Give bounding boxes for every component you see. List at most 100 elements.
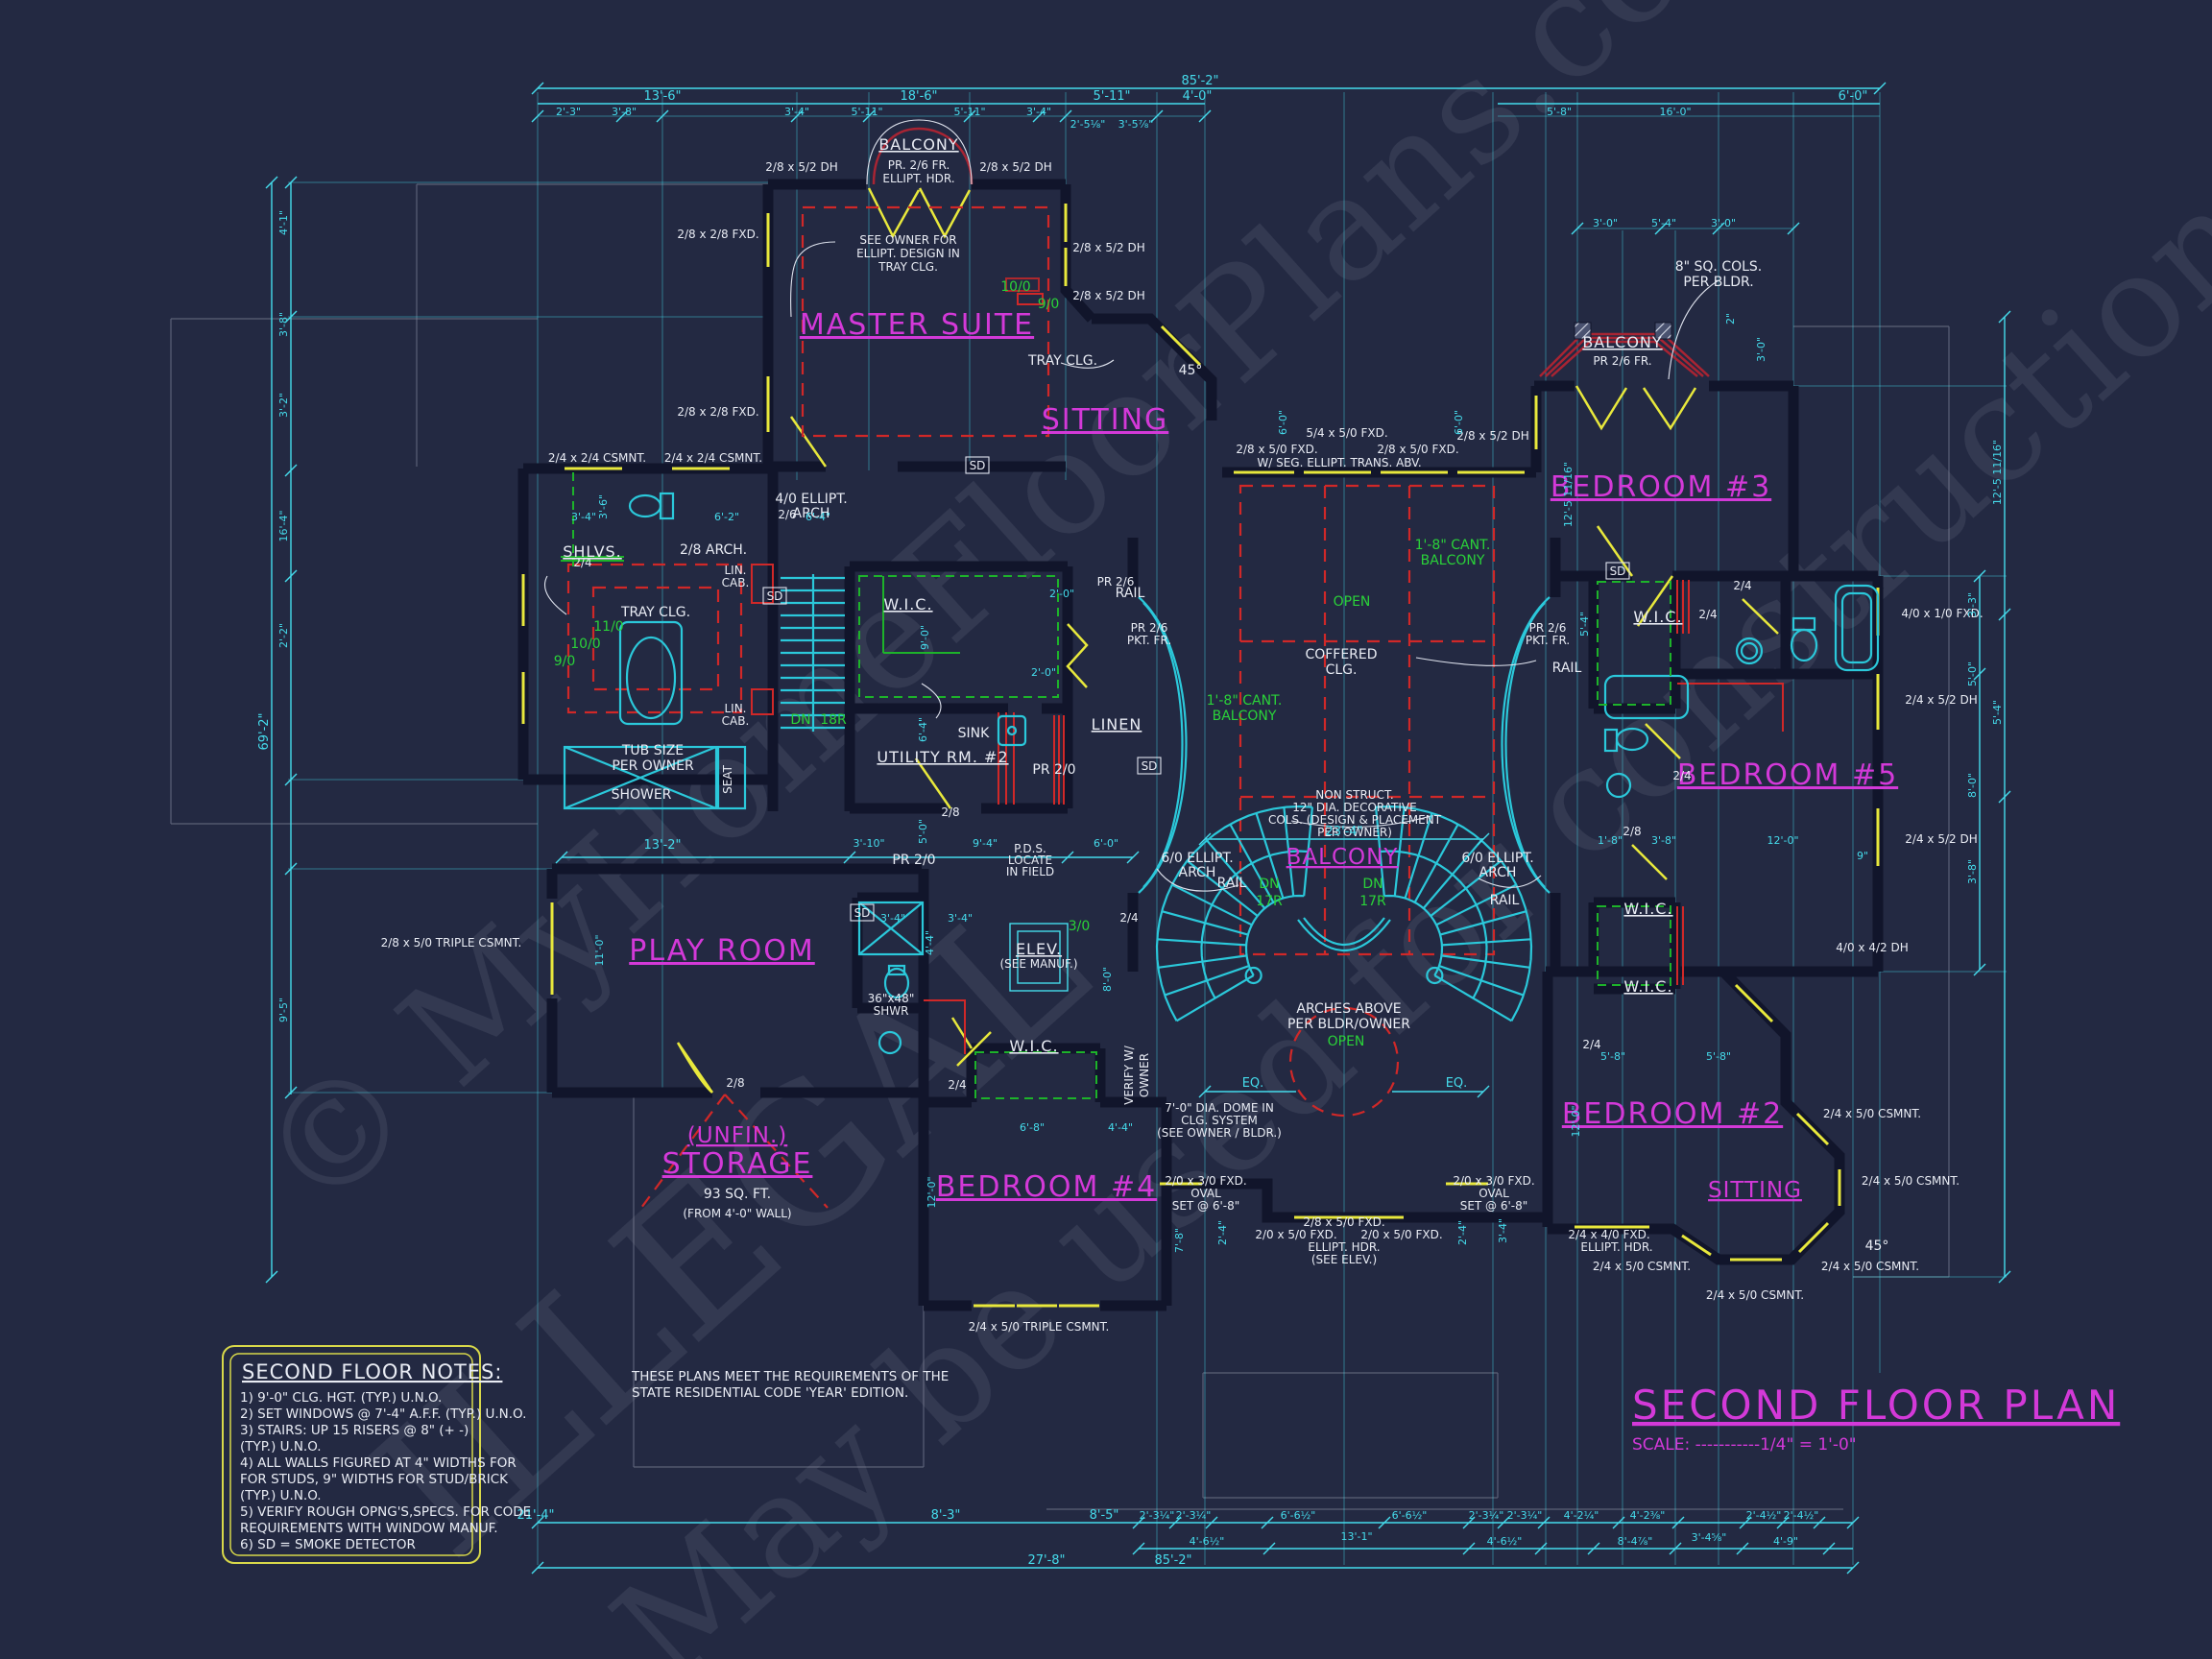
svg-text:4'-1": 4'-1": [277, 210, 290, 235]
svg-text:9'-0": 9'-0": [919, 625, 931, 650]
svg-text:12'-0": 12'-0": [1570, 1105, 1582, 1137]
svg-text:CAB.: CAB.: [722, 576, 750, 589]
svg-text:PR 2/0: PR 2/0: [1032, 762, 1075, 778]
svg-text:2'-0": 2'-0": [1049, 588, 1074, 600]
svg-text:3'-3": 3'-3": [1966, 592, 1979, 617]
svg-text:4'-4": 4'-4": [924, 930, 936, 955]
svg-text:8'-3": 8'-3": [931, 1508, 961, 1523]
svg-text:2) SET WINDOWS @ 7'-4" A.F.F.: 2) SET WINDOWS @ 7'-4" A.F.F. (TYP.) U.N…: [240, 1407, 526, 1422]
svg-text:CLG.: CLG.: [1326, 662, 1358, 678]
svg-text:2/8 x 5/2 DH: 2/8 x 5/2 DH: [979, 160, 1051, 174]
svg-text:OVAL: OVAL: [1190, 1187, 1221, 1200]
svg-text:2/4: 2/4: [948, 1078, 966, 1092]
svg-text:BALCONY: BALCONY: [878, 135, 958, 154]
svg-text:4'-2¼": 4'-2¼": [1564, 1509, 1599, 1522]
svg-text:45°: 45°: [1179, 363, 1203, 378]
svg-text:13'-1": 13'-1": [1340, 1530, 1372, 1543]
svg-text:5'-4": 5'-4": [1991, 700, 2004, 725]
svg-text:4'-4": 4'-4": [1108, 1121, 1133, 1134]
svg-text:93 SQ. FT.: 93 SQ. FT.: [704, 1187, 771, 1202]
svg-text:2/8: 2/8: [1623, 825, 1641, 838]
svg-text:SD: SD: [1142, 759, 1158, 773]
svg-text:3'-4": 3'-4": [1497, 1218, 1509, 1243]
svg-text:8'-4⅞": 8'-4⅞": [1618, 1535, 1653, 1548]
svg-text:ELEV.: ELEV.: [1016, 940, 1062, 958]
svg-text:2'-3¼": 2'-3¼": [1469, 1509, 1504, 1522]
svg-text:6/0 ELLIPT.: 6/0 ELLIPT.: [1161, 851, 1233, 866]
svg-text:4'-0": 4'-0": [1183, 89, 1213, 104]
svg-text:2/8 x 5/2 DH: 2/8 x 5/2 DH: [1072, 289, 1144, 302]
svg-text:12'-5 11/16": 12'-5 11/16": [1562, 462, 1575, 527]
svg-text:3'-8": 3'-8": [1651, 834, 1676, 847]
room-bedroom-3: BEDROOM #3: [1551, 470, 1771, 504]
svg-text:1'-8": 1'-8": [1598, 834, 1623, 847]
svg-text:COFFERED: COFFERED: [1305, 647, 1377, 662]
svg-text:3/0: 3/0: [1069, 919, 1091, 934]
floor-plan-drawing: © MyHomeFloorPlans.com ILLEGAL May be us…: [0, 0, 2212, 1659]
svg-text:2/4: 2/4: [1672, 769, 1691, 782]
svg-text:6'-0": 6'-0": [1453, 410, 1465, 435]
svg-text:BALCONY: BALCONY: [1582, 333, 1662, 351]
svg-text:1) 9'-0" CLG. HGT. (TYP.) U.N: 1) 9'-0" CLG. HGT. (TYP.) U.N.O.: [240, 1390, 442, 1406]
svg-text:5) VERIFY ROUGH OPNG'S,SPECS.: 5) VERIFY ROUGH OPNG'S,SPECS. FOR CODE: [240, 1504, 531, 1520]
svg-text:TRAY CLG.: TRAY CLG.: [1027, 353, 1097, 369]
svg-text:2/8 x 5/0 FXD.: 2/8 x 5/0 FXD.: [1303, 1215, 1384, 1229]
svg-text:(SEE ELEV.): (SEE ELEV.): [1311, 1253, 1377, 1266]
svg-text:3'-4": 3'-4": [880, 912, 905, 925]
room-sitting-master: SITTING: [1042, 403, 1169, 437]
svg-text:2/8 x 5/0 FXD.: 2/8 x 5/0 FXD.: [1236, 443, 1317, 456]
svg-text:7'-8": 7'-8": [1173, 1228, 1186, 1253]
svg-text:SET @ 6'-8": SET @ 6'-8": [1172, 1199, 1240, 1213]
svg-text:5'-4": 5'-4": [1578, 612, 1591, 637]
svg-text:16'-4": 16'-4": [277, 510, 290, 541]
svg-text:23'-4": 23'-4": [1325, 825, 1362, 839]
svg-text:EQ.: EQ.: [1242, 1076, 1264, 1091]
svg-text:9/0: 9/0: [554, 654, 576, 669]
svg-text:3'-2": 3'-2": [277, 393, 290, 418]
svg-text:SET @ 6'-8": SET @ 6'-8": [1460, 1199, 1528, 1213]
svg-text:8'-5": 8'-5": [1090, 1508, 1119, 1523]
svg-text:3'-8": 3'-8": [277, 312, 290, 337]
svg-text:2": 2": [1724, 313, 1737, 325]
svg-text:2/8: 2/8: [941, 805, 959, 819]
svg-text:2/4: 2/4: [1119, 911, 1138, 925]
svg-text:5'-8": 5'-8": [1547, 106, 1572, 118]
svg-text:TUB SIZE: TUB SIZE: [621, 743, 684, 758]
svg-text:3'-8": 3'-8": [1966, 859, 1979, 884]
svg-text:SEAT: SEAT: [721, 764, 734, 793]
svg-text:3) STAIRS: UP 15 RISERS @ 8" (: 3) STAIRS: UP 15 RISERS @ 8" (+ -): [240, 1423, 469, 1438]
svg-text:2'-3¼": 2'-3¼": [1507, 1509, 1543, 1522]
svg-text:VERIFY W/: VERIFY W/: [1122, 1045, 1136, 1105]
svg-text:2/4 x 2/4 CSMNT.: 2/4 x 2/4 CSMNT.: [548, 451, 646, 465]
svg-text:2'-4½": 2'-4½": [1784, 1509, 1819, 1522]
svg-text:SD: SD: [854, 906, 871, 920]
svg-text:3'-4": 3'-4": [948, 912, 973, 925]
svg-text:5'-4": 5'-4": [1651, 217, 1676, 229]
svg-text:2/4 x 5/0 CSMNT.: 2/4 x 5/0 CSMNT.: [1821, 1260, 1919, 1273]
svg-text:10/0: 10/0: [1000, 279, 1030, 295]
svg-text:SD: SD: [970, 459, 986, 472]
svg-text:DN: DN: [1362, 877, 1382, 892]
svg-text:2'-0": 2'-0": [1031, 666, 1056, 679]
svg-text:6'-8": 6'-8": [1020, 1121, 1045, 1134]
svg-text:SD: SD: [767, 589, 783, 603]
svg-text:18R: 18R: [820, 712, 847, 728]
svg-text:2/8 x 5/0 FXD.: 2/8 x 5/0 FXD.: [1377, 443, 1458, 456]
svg-text:5/4 x 5/0 FXD.: 5/4 x 5/0 FXD.: [1306, 426, 1387, 440]
svg-text:2/4 x 5/0 CSMNT.: 2/4 x 5/0 CSMNT.: [1706, 1288, 1804, 1302]
svg-text:5'-0": 5'-0": [1966, 661, 1979, 686]
svg-text:12'-0": 12'-0": [1767, 834, 1798, 847]
room-storage: STORAGE: [662, 1147, 813, 1181]
svg-text:STATE RESIDENTIAL CODE 'YEAR': STATE RESIDENTIAL CODE 'YEAR' EDITION.: [632, 1385, 908, 1401]
svg-text:EQ.: EQ.: [1446, 1076, 1468, 1091]
svg-text:3'-6": 3'-6": [597, 494, 610, 519]
svg-text:(SEE OWNER / BLDR.): (SEE OWNER / BLDR.): [1157, 1126, 1282, 1140]
svg-text:May be used for construction: May be used for construction: [584, 156, 2212, 1659]
svg-text:NON STRUCT.: NON STRUCT.: [1315, 788, 1393, 802]
svg-text:13'-2": 13'-2": [643, 838, 681, 853]
room-sitting-2: SITTING: [1708, 1178, 1802, 1203]
room-play-room: PLAY ROOM: [629, 934, 815, 968]
svg-text:PER BLDR.: PER BLDR.: [1683, 275, 1753, 290]
svg-text:3'-10": 3'-10": [853, 837, 884, 850]
svg-text:FOR STUDS, 9" WIDTHS FOR STUD/: FOR STUDS, 9" WIDTHS FOR STUD/BRICK: [240, 1472, 509, 1487]
